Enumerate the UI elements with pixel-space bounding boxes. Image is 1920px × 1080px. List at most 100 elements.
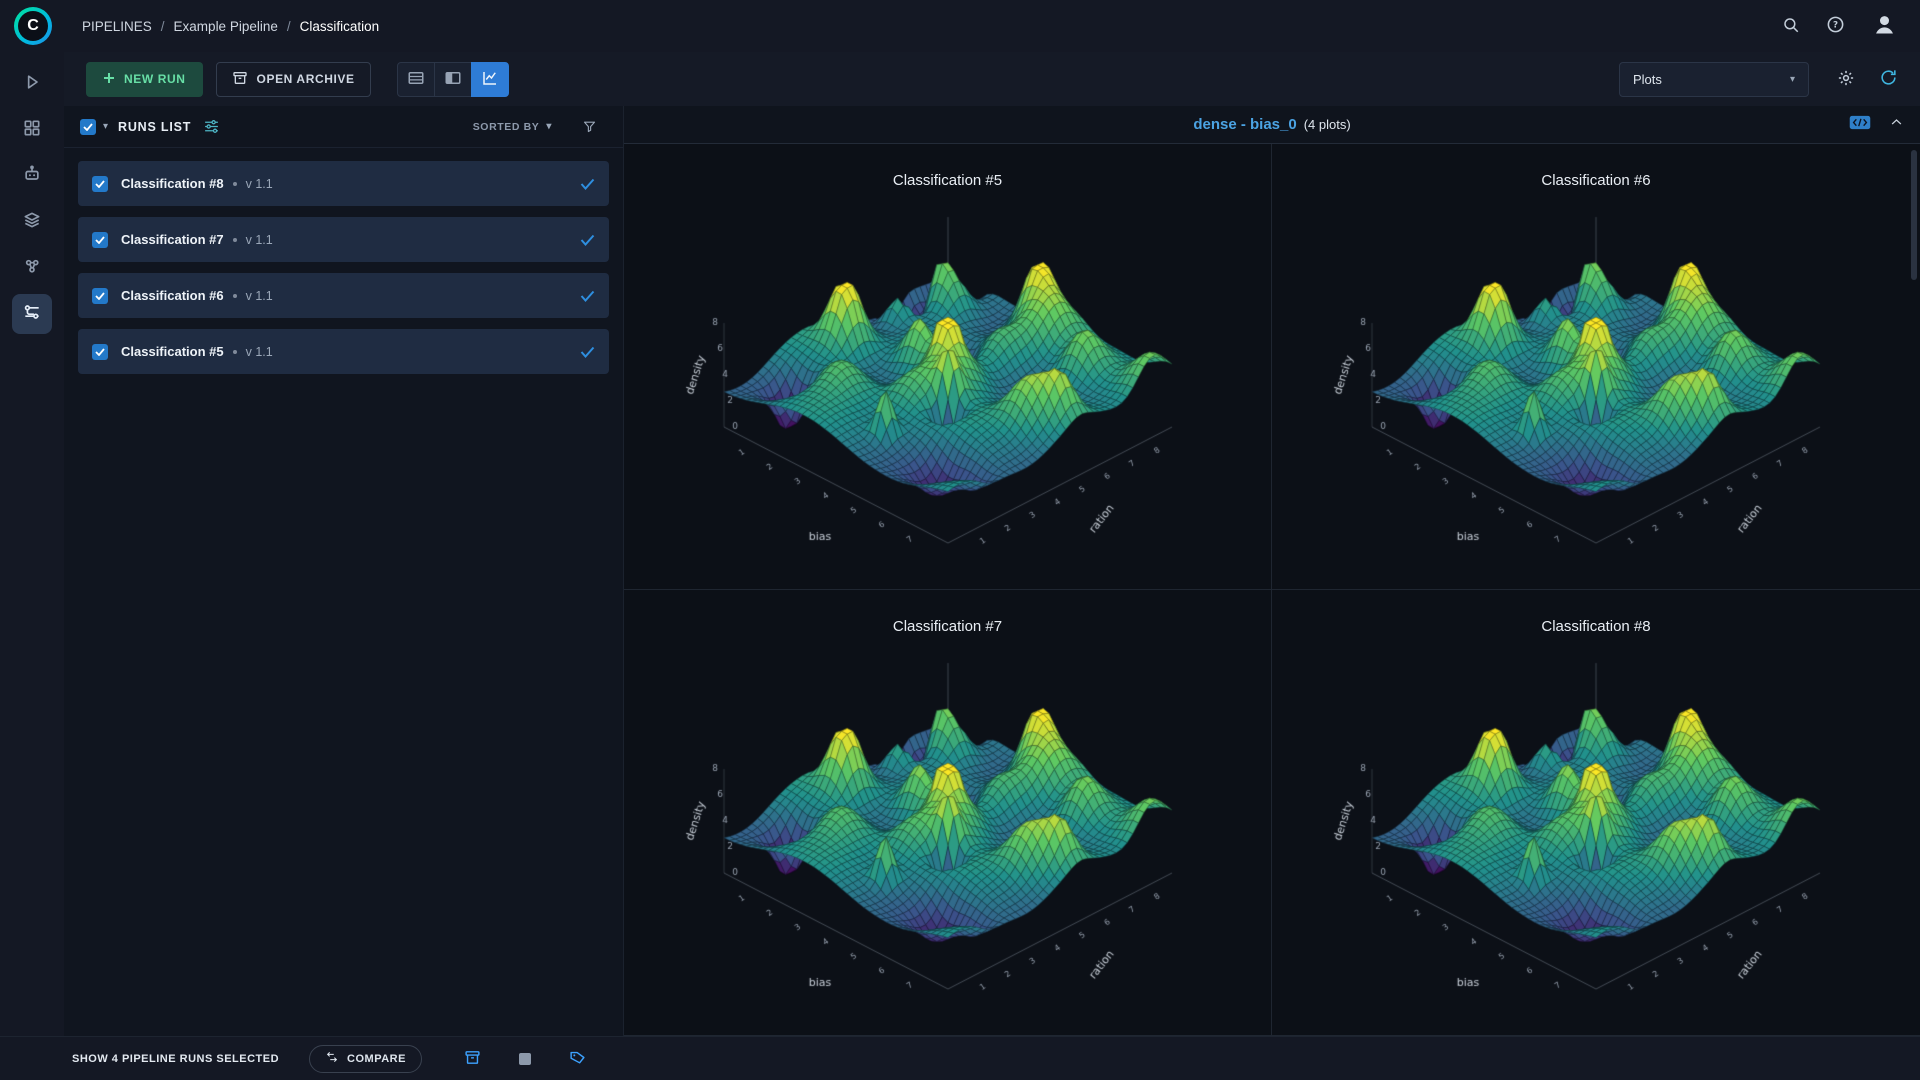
rail-item-pipelines[interactable] xyxy=(12,294,52,334)
play-icon xyxy=(22,72,42,97)
new-run-button[interactable]: NEW RUN xyxy=(86,62,203,97)
top-bar: C PIPELINES / Example Pipeline / Classif… xyxy=(0,0,1920,52)
grid-icon xyxy=(22,118,42,143)
avatar-icon xyxy=(1871,11,1898,41)
archive-icon xyxy=(464,1049,481,1069)
plots-grid: Classification #5 Classification #6 Clas… xyxy=(624,144,1920,1036)
open-archive-button[interactable]: OPEN ARCHIVE xyxy=(216,62,371,97)
sorted-by-control[interactable]: SORTED BY ▾ xyxy=(473,121,552,133)
runs-list-title: RUNS LIST xyxy=(118,120,191,134)
run-name: Classification #8 xyxy=(121,176,224,191)
app-logo[interactable]: C xyxy=(14,7,52,45)
table-view-icon xyxy=(407,69,425,90)
runs-panel: ▾ RUNS LIST SORTED BY ▾ Classification #… xyxy=(64,106,624,1036)
plus-icon xyxy=(103,72,115,87)
plots-dropdown[interactable]: Plots ▾ xyxy=(1619,62,1809,97)
help-button[interactable]: ? xyxy=(1826,15,1845,37)
run-list-item[interactable]: Classification #8 v 1.1 xyxy=(78,161,609,206)
run-version: v 1.1 xyxy=(246,345,273,359)
run-checkbox[interactable] xyxy=(92,344,108,360)
run-selected-check-icon xyxy=(580,234,595,246)
surface-plot-canvas[interactable] xyxy=(668,639,1228,1014)
runs-panel-header: ▾ RUNS LIST SORTED BY ▾ xyxy=(64,106,623,148)
help-icon: ? xyxy=(1826,15,1845,37)
breadcrumb-separator: / xyxy=(161,19,165,34)
plot-title: Classification #6 xyxy=(1272,172,1920,189)
selected-runs-label: SHOW 4 PIPELINE RUNS SELECTED xyxy=(72,1053,279,1065)
chart-view-button[interactable] xyxy=(471,62,509,97)
split-view-icon xyxy=(444,69,462,90)
run-version: v 1.1 xyxy=(246,233,273,247)
layers-icon xyxy=(22,210,42,235)
rail-item-workers[interactable] xyxy=(12,156,52,196)
breadcrumb-pipelines[interactable]: PIPELINES xyxy=(82,19,152,34)
gear-icon xyxy=(1837,69,1855,90)
search-icon xyxy=(1782,16,1800,37)
run-separator-dot xyxy=(233,238,237,242)
archive-icon xyxy=(232,70,248,89)
topbar-actions: ? xyxy=(1782,11,1898,41)
chart-view-icon xyxy=(481,69,499,90)
plot-cell: Classification #5 xyxy=(624,144,1272,590)
rail-item-projects[interactable] xyxy=(12,110,52,150)
run-separator-dot xyxy=(233,294,237,298)
run-name: Classification #5 xyxy=(121,344,224,359)
add-tag-button[interactable] xyxy=(569,1049,586,1069)
runs-filter-sliders-icon[interactable] xyxy=(203,118,220,135)
surface-plot-canvas[interactable] xyxy=(1316,639,1876,1014)
run-separator-dot xyxy=(233,350,237,354)
run-checkbox[interactable] xyxy=(92,232,108,248)
breadcrumb-current: Classification xyxy=(300,19,380,34)
settings-button[interactable] xyxy=(1837,69,1855,90)
run-selected-check-icon xyxy=(580,178,595,190)
search-button[interactable] xyxy=(1782,16,1800,37)
plot-cell: Classification #6 xyxy=(1272,144,1920,590)
filter-funnel-icon[interactable] xyxy=(582,119,597,134)
app-logo-letter: C xyxy=(18,11,48,41)
rail-item-applications[interactable] xyxy=(12,248,52,288)
side-rail xyxy=(0,52,64,1036)
run-version: v 1.1 xyxy=(246,289,273,303)
plots-section-header: dense - bias_0 (4 plots) xyxy=(624,106,1920,144)
rail-item-datasets[interactable] xyxy=(12,202,52,242)
view-toggle-group xyxy=(397,62,509,97)
plot-cell: Classification #7 xyxy=(624,590,1272,1036)
run-checkbox[interactable] xyxy=(92,288,108,304)
plots-metric-title: dense - bias_0 xyxy=(1193,116,1296,133)
plot-title: Classification #7 xyxy=(624,618,1271,635)
plots-count: (4 plots) xyxy=(1304,117,1351,132)
footer-actions xyxy=(464,1049,586,1069)
collapse-chevron-up-icon[interactable] xyxy=(1889,115,1904,135)
table-view-button[interactable] xyxy=(397,62,435,97)
svg-text:?: ? xyxy=(1833,21,1838,31)
embed-code-icon[interactable] xyxy=(1849,115,1871,135)
breadcrumb-pipeline-name[interactable]: Example Pipeline xyxy=(174,19,278,34)
run-version: v 1.1 xyxy=(246,177,273,191)
refresh-icon xyxy=(1879,68,1898,90)
split-view-button[interactable] xyxy=(434,62,472,97)
footer-bar: SHOW 4 PIPELINE RUNS SELECTED COMPARE xyxy=(0,1036,1920,1080)
run-list-item[interactable]: Classification #7 v 1.1 xyxy=(78,217,609,262)
robot-icon xyxy=(22,164,42,189)
surface-plot-canvas[interactable] xyxy=(1316,193,1876,568)
chevron-down-icon[interactable]: ▾ xyxy=(103,121,108,132)
plots-header-icons xyxy=(1849,106,1904,143)
archive-selected-button[interactable] xyxy=(464,1049,481,1069)
rail-item-getting-started[interactable] xyxy=(12,64,52,104)
run-name: Classification #7 xyxy=(121,232,224,247)
run-list-item[interactable]: Classification #6 v 1.1 xyxy=(78,273,609,318)
breadcrumb-separator: / xyxy=(287,19,291,34)
select-all-checkbox[interactable] xyxy=(80,119,96,135)
plots-scrollbar[interactable] xyxy=(1911,150,1917,280)
plot-title: Classification #5 xyxy=(624,172,1271,189)
abort-button[interactable] xyxy=(519,1053,531,1065)
open-archive-label: OPEN ARCHIVE xyxy=(257,72,355,86)
refresh-button[interactable] xyxy=(1879,68,1898,90)
sorted-by-label: SORTED BY xyxy=(473,121,540,133)
chevron-down-icon: ▾ xyxy=(1790,74,1795,85)
user-avatar[interactable] xyxy=(1871,11,1898,41)
compare-button[interactable]: COMPARE xyxy=(309,1045,422,1073)
run-checkbox[interactable] xyxy=(92,176,108,192)
run-list-item[interactable]: Classification #5 v 1.1 xyxy=(78,329,609,374)
surface-plot-canvas[interactable] xyxy=(668,193,1228,568)
